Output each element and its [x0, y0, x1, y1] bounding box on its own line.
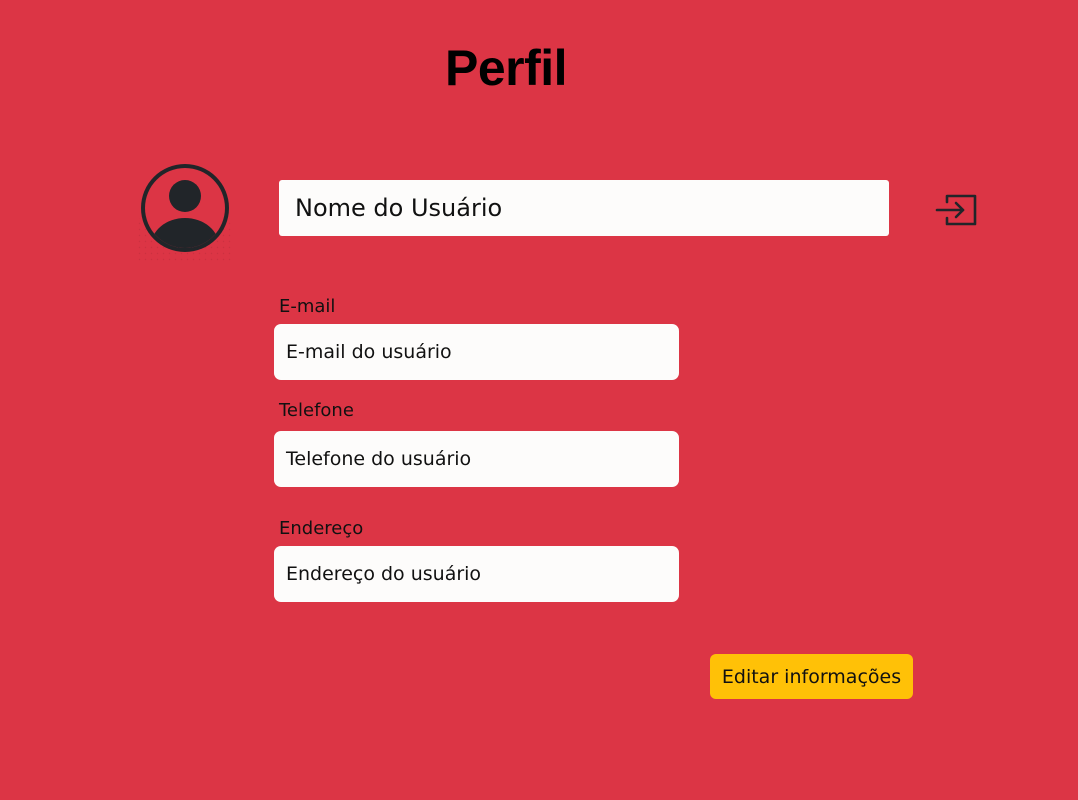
avatar: [138, 162, 232, 264]
user-circle-icon: [138, 164, 232, 264]
edit-info-button[interactable]: Editar informações: [710, 654, 913, 699]
page-title: Perfil: [445, 40, 568, 96]
logout-button[interactable]: [934, 192, 978, 228]
address-field[interactable]: Endereço do usuário: [274, 546, 679, 602]
email-label: E-mail: [279, 296, 336, 317]
user-name-field[interactable]: Nome do Usuário: [279, 180, 889, 236]
email-field[interactable]: E-mail do usuário: [274, 324, 679, 380]
logout-icon: [935, 194, 977, 226]
phone-field[interactable]: Telefone do usuário: [274, 431, 679, 487]
address-label: Endereço: [279, 518, 364, 539]
phone-label: Telefone: [279, 400, 354, 421]
